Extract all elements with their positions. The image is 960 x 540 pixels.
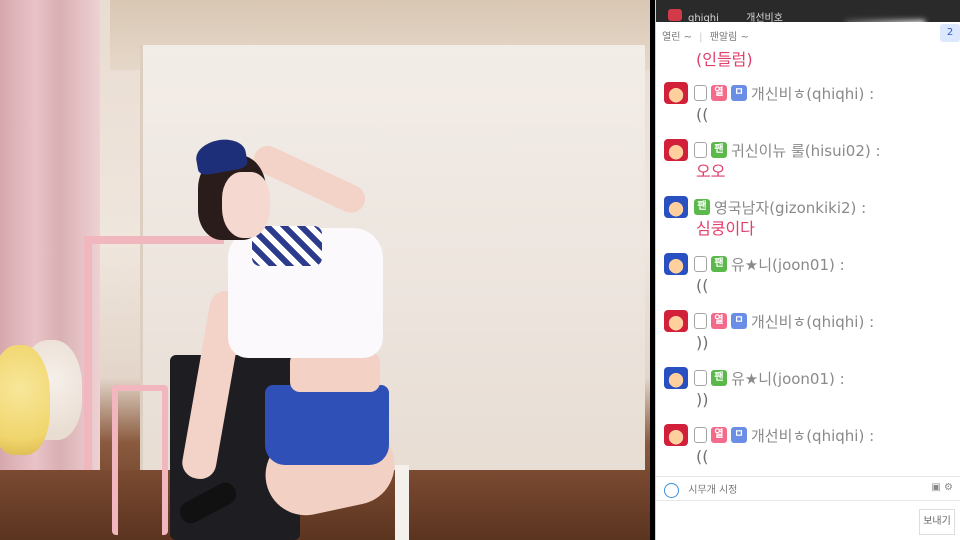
chat-message: 팬 유★니(joon01) :(( (664, 253, 954, 297)
chat-message-text: 심쿵이다 (696, 219, 755, 238)
chat-message-text: (( (696, 105, 709, 124)
chat-message-text: (( (696, 447, 709, 466)
user-avatar-icon[interactable] (664, 424, 688, 446)
phone-badge-icon (694, 85, 707, 101)
fan-badge-icon: 열 (711, 85, 727, 101)
emoticon-icon[interactable] (664, 482, 679, 498)
chat-message-text: (( (696, 276, 709, 295)
header-user-id[interactable]: qhiqhi (688, 13, 719, 24)
user-avatar-icon[interactable] (664, 82, 688, 104)
fan-badge-icon: 열 (711, 313, 727, 329)
chat-message: (인들럼) (664, 49, 954, 71)
chat-message-text: 오오 (696, 162, 726, 181)
phone-badge-icon (694, 370, 707, 386)
blurred-overlay (845, 20, 925, 46)
person-skirt (265, 385, 389, 465)
user-avatar-icon[interactable] (664, 139, 688, 161)
chat-nickname[interactable]: 유★니(joon01) : (731, 368, 845, 389)
phone-badge-icon (694, 427, 707, 443)
chat-message: 열 ㅁ 개신비ㅎ(qhiqhi) :)) (664, 310, 954, 354)
person-midriff (290, 352, 380, 392)
chat-message-header: 팬 유★니(joon01) : (664, 367, 954, 389)
divider: | (699, 32, 703, 43)
chat-message-text: (인들럼) (696, 50, 753, 69)
fan-badge-icon: 열 (711, 427, 727, 443)
user-avatar-icon[interactable] (664, 196, 688, 218)
user-avatar-icon[interactable] (664, 253, 688, 275)
chat-message: 팬 영국남자(gizonkiki2) : 심쿵이다 (664, 196, 954, 240)
chat-message-list[interactable]: (인들럼) 열 ㅁ 개신비ㅎ(qhiqhi) :((팬 귀신이뉴 룰(hisui02) … (656, 46, 960, 471)
header-row: qhiqhi 개선비호 (666, 9, 783, 24)
chat-nickname[interactable]: 개신비ㅎ(qhiqhi) : (751, 311, 874, 332)
green-badge-icon: 팬 (711, 256, 727, 272)
green-badge-icon: 팬 (711, 142, 727, 158)
phone-badge-icon (694, 256, 707, 272)
chair-leg (395, 465, 409, 540)
plush-toy-yellow (0, 345, 50, 455)
phone-badge-icon (694, 313, 707, 329)
chat-message-header: 열 ㅁ 개선비ㅎ(qhiqhi) : (664, 424, 954, 446)
chat-bottom-label: 시무개 시정 (688, 485, 738, 496)
chat-message-header: 팬 귀신이뉴 룰(hisui02) : (664, 139, 954, 161)
toolbar-open-dropdown[interactable]: 열린 ~ (662, 32, 692, 43)
chat-message-header: 열 ㅁ 개신비ㅎ(qhiqhi) : (664, 82, 954, 104)
sub-badge-icon: ㅁ (731, 313, 747, 329)
stream-video[interactable] (0, 0, 650, 540)
chat-panel: qhiqhi 개선비호 2 열린 ~ | 팬알림 ~ (인들럼) 열 ㅁ 개신비ㅎ(q… (655, 0, 960, 540)
chat-nickname[interactable]: 영국남자(gizonkiki2) : (714, 197, 866, 218)
green-badge-icon: 팬 (694, 199, 710, 215)
chat-nickname[interactable]: 개신비ㅎ(qhiqhi) : (751, 83, 874, 104)
sub-badge-icon: ㅁ (731, 427, 747, 443)
chat-bottom-bar: 시무개 시정 ▣ ⚙ (656, 476, 960, 500)
chat-message: 팬 유★니(joon01) :)) (664, 367, 954, 411)
phone-badge-icon (694, 142, 707, 158)
pink-chair (112, 385, 168, 535)
chat-message-header: 팬 영국남자(gizonkiki2) : (664, 196, 954, 218)
chat-nickname[interactable]: 귀신이뉴 룰(hisui02) : (731, 140, 881, 161)
chat-message-header: 열 ㅁ 개신비ㅎ(qhiqhi) : (664, 310, 954, 332)
header-row (666, 0, 712, 7)
chat-header: qhiqhi 개선비호 (656, 0, 960, 24)
user-avatar-icon[interactable] (664, 367, 688, 389)
chat-message-text: )) (696, 333, 709, 352)
person-scarf (252, 226, 322, 266)
chat-settings-icons[interactable]: ▣ ⚙ (931, 482, 953, 493)
pink-frame-side (84, 236, 92, 486)
chat-nickname[interactable]: 개선비ㅎ(qhiqhi) : (751, 425, 874, 446)
chat-message: 열 ㅁ 개선비ㅎ(qhiqhi) :(( (664, 424, 954, 468)
chat-nickname[interactable]: 유★니(joon01) : (731, 254, 845, 275)
toolbar-fan-alert-dropdown[interactable]: 팬알림 ~ (710, 32, 749, 43)
chat-input[interactable]: 보내기 (656, 500, 960, 540)
header-user-nick[interactable]: 개선비호 (746, 13, 783, 24)
chat-message: 팬 귀신이뉴 룰(hisui02) : 오오 (664, 139, 954, 183)
user-avatar-icon[interactable] (664, 310, 688, 332)
chat-message-text: )) (696, 390, 709, 409)
green-badge-icon: 팬 (711, 370, 727, 386)
chat-message-header: 팬 유★니(joon01) : (664, 253, 954, 275)
person-face (222, 172, 270, 238)
send-button[interactable]: 보내기 (919, 509, 955, 535)
chat-message: 열 ㅁ 개신비ㅎ(qhiqhi) :(( (664, 82, 954, 126)
sub-badge-icon: ㅁ (731, 85, 747, 101)
pink-frame-top (84, 236, 224, 244)
